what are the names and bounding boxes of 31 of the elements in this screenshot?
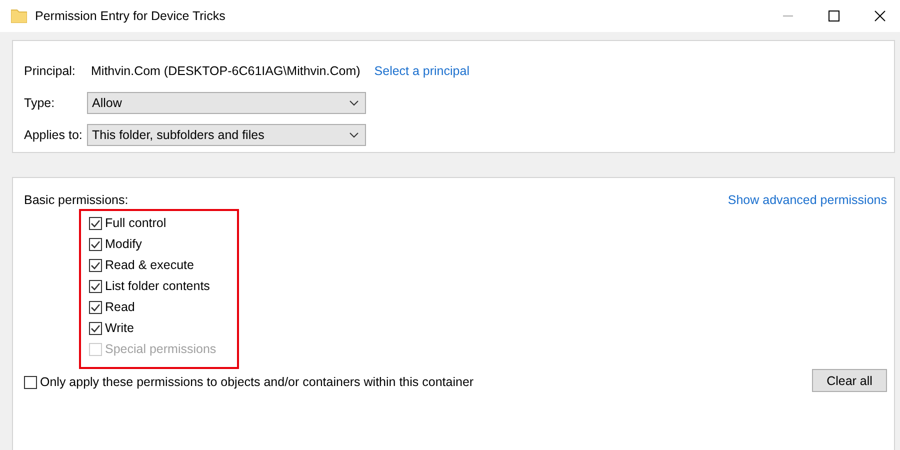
checkbox-label: Full control (105, 216, 166, 230)
checkbox-label: Read (105, 300, 135, 314)
checked-checkbox[interactable] (89, 216, 102, 230)
checkbox-label: Special permissions (105, 342, 216, 356)
folder-icon (11, 9, 27, 23)
field-label: Principal: (24, 64, 76, 78)
caret-icon[interactable] (349, 100, 359, 106)
checked-checkbox[interactable] (89, 238, 102, 250)
checked-checkbox[interactable] (89, 300, 102, 314)
clear-all-button[interactable]: Clear all (812, 369, 887, 392)
window-title: Permission Entry for Device Tricks (35, 9, 226, 23)
checked-checkbox[interactable] (89, 258, 102, 272)
caret-icon[interactable] (349, 132, 359, 138)
checkbox[interactable] (24, 376, 37, 388)
dropdown[interactable]: Allow (87, 92, 366, 114)
dropdown[interactable]: This folder, subfolders and files (87, 124, 366, 146)
principal-value: Mithvin.Com (DESKTOP-6C61IAG\Mithvin.Com) (91, 64, 360, 78)
select-principal-link[interactable]: Select a principal (374, 64, 470, 78)
show-advanced-permissions-link[interactable]: Show advanced permissions (728, 193, 887, 207)
close-icon[interactable] (874, 10, 886, 22)
checkbox-label: Only apply these permissions to objects and/or containers within this container (40, 375, 474, 389)
field-label: Type: (24, 96, 56, 110)
checkbox-label: Read & execute (105, 258, 194, 272)
field-label: Applies to: (24, 128, 84, 142)
checkbox-label: Modify (105, 237, 142, 251)
checkbox-label: List folder contents (105, 279, 210, 293)
maximize-icon[interactable] (828, 10, 840, 22)
checked-checkbox[interactable] (89, 280, 102, 292)
checkbox-label: Write (105, 321, 134, 335)
section-label: Basic permissions: (24, 193, 128, 207)
checked-checkbox[interactable] (89, 322, 102, 334)
